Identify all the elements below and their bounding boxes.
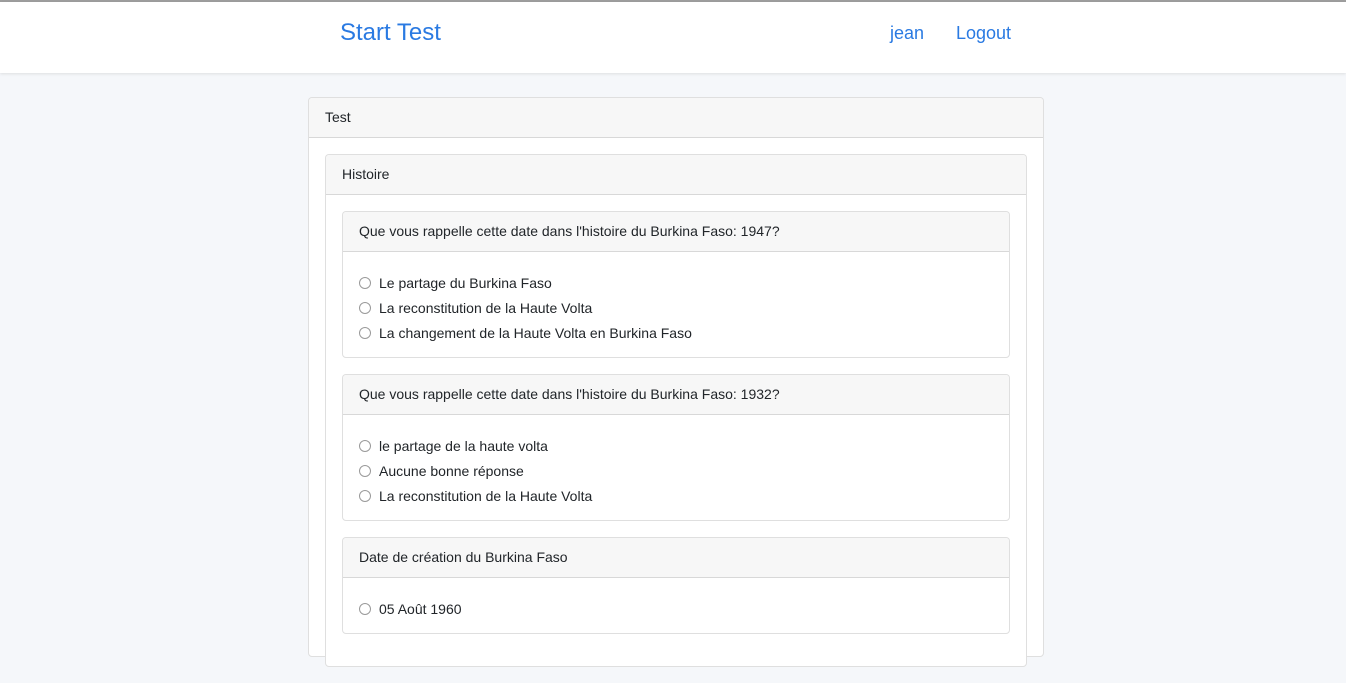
test-card: Test Histoire Que vous rappelle cette da… xyxy=(308,97,1044,667)
radio-button[interactable] xyxy=(359,439,371,452)
question-card: Que vous rappelle cette date dans l'hist… xyxy=(342,211,1010,358)
radio-button[interactable] xyxy=(359,602,371,615)
question-text: Que vous rappelle cette date dans l'hist… xyxy=(343,375,1009,415)
question-card: Date de création du Burkina Faso 05 Août… xyxy=(342,537,1010,634)
question-text: Que vous rappelle cette date dans l'hist… xyxy=(343,212,1009,252)
radio-button[interactable] xyxy=(359,301,371,314)
section-card: Histoire Que vous rappelle cette date da… xyxy=(325,154,1027,667)
answer-option[interactable]: La changement de la Haute Volta en Burki… xyxy=(359,320,993,345)
option-label: le partage de la haute volta xyxy=(379,437,548,454)
radio-button[interactable] xyxy=(359,326,371,339)
radio-button[interactable] xyxy=(359,464,371,477)
radio-button[interactable] xyxy=(359,489,371,502)
question-card: Que vous rappelle cette date dans l'hist… xyxy=(342,374,1010,521)
answer-option[interactable]: le partage de la haute volta xyxy=(359,433,993,458)
answer-option[interactable]: La reconstitution de la Haute Volta xyxy=(359,295,993,320)
option-label: La reconstitution de la Haute Volta xyxy=(379,487,593,504)
user-link[interactable]: jean xyxy=(890,23,924,44)
option-label: La changement de la Haute Volta en Burki… xyxy=(379,324,692,341)
section-card-header: Histoire xyxy=(326,155,1026,195)
answer-option[interactable]: 05 Août 1960 xyxy=(359,596,993,621)
brand-link[interactable]: Start Test xyxy=(340,19,441,47)
option-label: Le partage du Burkina Faso xyxy=(379,274,552,291)
option-label: La reconstitution de la Haute Volta xyxy=(379,299,593,316)
radio-button[interactable] xyxy=(359,276,371,289)
answer-option[interactable]: La reconstitution de la Haute Volta xyxy=(359,483,993,508)
option-label: 05 Août 1960 xyxy=(379,600,462,617)
option-label: Aucune bonne réponse xyxy=(379,462,524,479)
test-card-header: Test xyxy=(309,98,1043,138)
answer-option[interactable]: Aucune bonne réponse xyxy=(359,458,993,483)
logout-link[interactable]: Logout xyxy=(956,23,1011,44)
navbar: Start Test jean Logout xyxy=(0,2,1346,73)
question-text: Date de création du Burkina Faso xyxy=(343,538,1009,578)
answer-option[interactable]: Le partage du Burkina Faso xyxy=(359,270,993,295)
